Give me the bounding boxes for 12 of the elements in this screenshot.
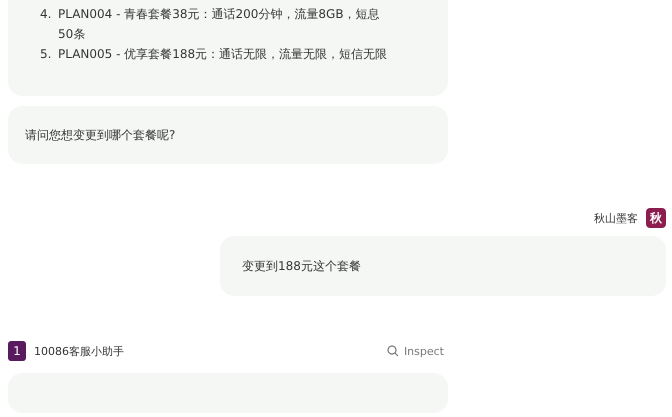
- bot-name: 10086客服小助手: [34, 344, 124, 358]
- list-item-text: PLAN004 - 青春套餐38元：通话200分钟，流量8GB，短息50条: [58, 6, 381, 43]
- inspect-button[interactable]: Inspect: [386, 344, 444, 358]
- message-text: 变更到188元这个套餐: [242, 258, 361, 274]
- list-number: 4.: [40, 6, 52, 23]
- message-text: 请问您想变更到哪个套餐呢?: [25, 126, 176, 144]
- bot-badge: 1: [8, 341, 26, 361]
- search-icon: [386, 345, 399, 357]
- user-avatar: 秋: [646, 208, 666, 228]
- list-number: 5.: [40, 46, 52, 63]
- list-item-text: PLAN005 - 优享套餐188元：通话无限，流量无限，短信无限: [58, 46, 388, 63]
- sender-name: 秋山墨客: [594, 210, 638, 226]
